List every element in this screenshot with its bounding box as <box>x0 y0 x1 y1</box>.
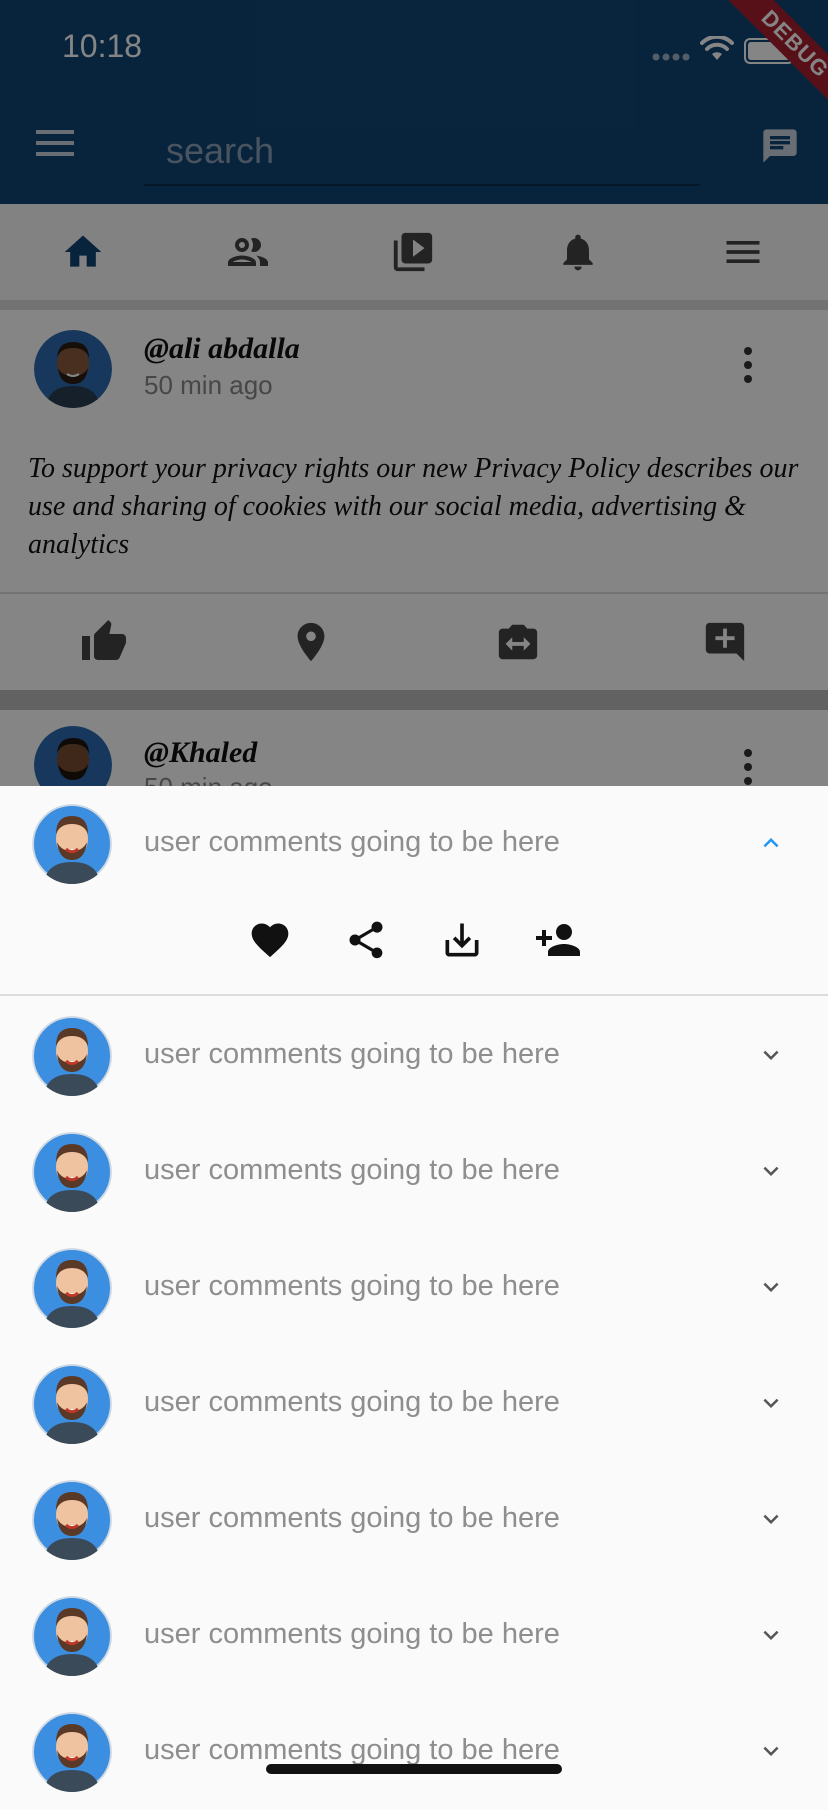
avatar[interactable] <box>32 804 112 884</box>
avatar-image <box>32 1016 112 1096</box>
comment-item[interactable]: user comments going to be here <box>0 998 828 1114</box>
comment-text: user comments going to be here <box>144 826 560 858</box>
chevron-down-icon[interactable] <box>756 1156 786 1186</box>
modal-scrim[interactable] <box>0 0 828 786</box>
comment-item[interactable]: user comments going to be here <box>0 1230 828 1346</box>
avatar-image <box>32 1480 112 1560</box>
avatar[interactable] <box>32 1248 112 1328</box>
comment-item-expanded[interactable]: user comments going to be here <box>0 786 828 902</box>
comment-item[interactable]: user comments going to be here <box>0 1578 828 1694</box>
comment-text: user comments going to be here <box>144 1502 560 1534</box>
avatar-image <box>32 1132 112 1212</box>
download-button[interactable] <box>432 910 492 970</box>
chevron-up-icon[interactable] <box>756 828 786 858</box>
download-icon <box>445 923 479 957</box>
share-icon <box>349 921 383 959</box>
comment-text: user comments going to be here <box>144 1038 560 1070</box>
like-comment-button[interactable] <box>240 910 300 970</box>
avatar[interactable] <box>32 1712 112 1792</box>
avatar-image <box>32 1364 112 1444</box>
comment-actions <box>0 910 828 994</box>
chevron-down-icon[interactable] <box>756 1272 786 1302</box>
avatar-image <box>32 1596 112 1676</box>
heart-icon <box>251 923 289 958</box>
avatar-image <box>32 804 112 884</box>
comment-text: user comments going to be here <box>144 1270 560 1302</box>
divider <box>0 994 828 996</box>
avatar[interactable] <box>32 1480 112 1560</box>
comment-item[interactable]: user comments going to be here <box>0 1114 828 1230</box>
avatar-image <box>32 1248 112 1328</box>
chevron-down-icon[interactable] <box>756 1388 786 1418</box>
share-button[interactable] <box>336 910 396 970</box>
comment-item[interactable]: user comments going to be here <box>0 1346 828 1462</box>
avatar-image <box>32 1712 112 1792</box>
add-person-icon <box>536 924 580 956</box>
comment-text: user comments going to be here <box>144 1734 560 1766</box>
add-friend-button[interactable] <box>528 910 588 970</box>
chevron-down-icon[interactable] <box>756 1504 786 1534</box>
chevron-down-icon[interactable] <box>756 1040 786 1070</box>
avatar[interactable] <box>32 1364 112 1444</box>
home-indicator <box>266 1764 562 1774</box>
comment-item[interactable]: user comments going to be here <box>0 1694 828 1810</box>
chevron-down-icon[interactable] <box>756 1736 786 1766</box>
comment-text: user comments going to be here <box>144 1386 560 1418</box>
avatar[interactable] <box>32 1596 112 1676</box>
chevron-down-icon[interactable] <box>756 1620 786 1650</box>
comments-sheet: user comments going to be here user comm… <box>0 786 828 1792</box>
comment-text: user comments going to be here <box>144 1618 560 1650</box>
comment-item[interactable]: user comments going to be here <box>0 1462 828 1578</box>
avatar[interactable] <box>32 1016 112 1096</box>
avatar[interactable] <box>32 1132 112 1212</box>
comment-text: user comments going to be here <box>144 1154 560 1186</box>
